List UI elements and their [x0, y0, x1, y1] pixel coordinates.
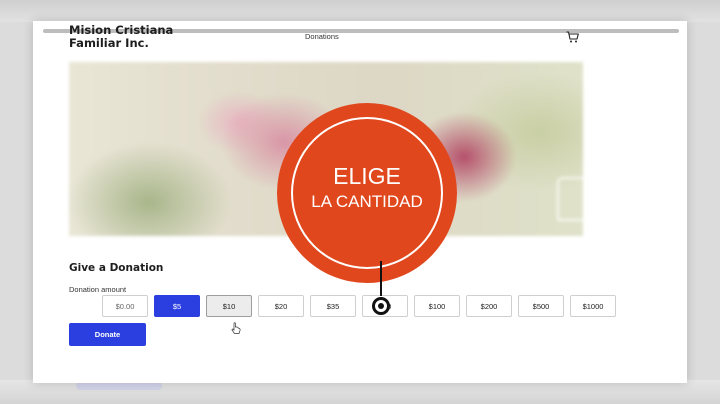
donation-section-title: Give a Donation	[69, 262, 164, 274]
amount-option-10[interactable]: $10	[206, 295, 252, 317]
donation-amount-label: Donation amount	[69, 285, 127, 294]
amount-option-1000[interactable]: $1000	[570, 295, 616, 317]
shopping-cart-icon[interactable]	[566, 31, 579, 43]
donate-button[interactable]: Donate	[69, 323, 146, 346]
callout-pointer-dot	[372, 297, 390, 315]
callout-subtitle: LA CANTIDAD	[311, 192, 423, 211]
nav-link-donations[interactable]: Donations	[305, 32, 339, 41]
amount-option-200[interactable]: $200	[466, 295, 512, 317]
amount-option-100[interactable]: $100	[414, 295, 460, 317]
amount-option-5[interactable]: $5	[154, 295, 200, 317]
amount-option-35[interactable]: $35	[310, 295, 356, 317]
custom-amount-input[interactable]: $0.00	[102, 295, 148, 317]
site-title[interactable]: Mision Cristiana Familiar Inc.	[69, 24, 219, 50]
callout-title: ELIGE	[333, 163, 401, 189]
amount-option-20[interactable]: $20	[258, 295, 304, 317]
hand-pointer-icon	[231, 322, 241, 334]
amount-option-500[interactable]: $500	[518, 295, 564, 317]
background-blur-element	[76, 382, 162, 390]
backdrop-top	[0, 0, 720, 22]
callout-pointer-line	[380, 261, 382, 296]
hero-glass-detail	[557, 177, 583, 221]
